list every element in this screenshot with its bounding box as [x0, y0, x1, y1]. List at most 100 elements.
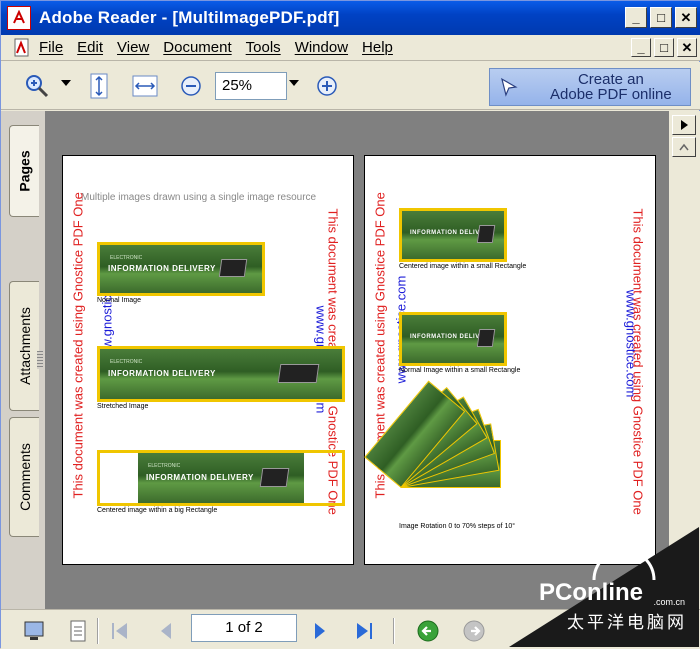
- doc-restore-button[interactable]: □: [654, 38, 674, 57]
- banner-text: INFORMATION DELIVERY: [108, 264, 216, 274]
- menu-view[interactable]: View: [117, 39, 149, 56]
- scroll-right-button[interactable]: [672, 115, 696, 135]
- page-layout-icon: [70, 620, 86, 642]
- menu-window[interactable]: Window: [295, 39, 348, 56]
- maximize-button[interactable]: □: [650, 7, 672, 28]
- banner-subtext: ELECTRONIC: [148, 463, 181, 469]
- doc-close-button[interactable]: ✕: [677, 38, 697, 57]
- pdf-page-1: Multiple images drawn using a single ima…: [62, 155, 354, 565]
- maximize-icon: □: [657, 10, 665, 25]
- document-icon[interactable]: [13, 38, 31, 58]
- tab-comments-label: Comments: [16, 443, 33, 511]
- zoom-tool-dropdown-icon[interactable]: [61, 80, 71, 86]
- zoom-level-dropdown-icon[interactable]: [289, 80, 299, 86]
- actual-size-icon: [90, 73, 108, 99]
- centered-big-rect-frame: ELECTRONIC INFORMATION DELIVERY: [97, 450, 345, 506]
- first-page-button[interactable]: [107, 618, 133, 644]
- centered-small-rect-frame: INFORMATION DELIVERY: [399, 208, 507, 262]
- close-icon: ✕: [681, 39, 693, 55]
- rotated-image-fan: [364, 380, 521, 500]
- close-button[interactable]: ✕: [675, 7, 697, 28]
- menu-file[interactable]: File: [39, 39, 63, 56]
- menu-document[interactable]: Document: [163, 39, 231, 56]
- caption-rotation: Image Rotation 0 to 70% steps of 10°: [399, 523, 516, 530]
- caption-stretched-image: Stretched Image: [97, 403, 149, 410]
- minus-circle-icon: [181, 76, 201, 96]
- create-pdf-line2: Adobe PDF online: [550, 86, 672, 103]
- minimize-icon: _: [632, 10, 640, 25]
- caption-normal-small: Normal Image within a small Rectangle: [399, 367, 521, 374]
- watermark-logo-text: PConline: [538, 579, 643, 606]
- banner-image: ELECTRONIC INFORMATION DELIVERY: [100, 245, 262, 293]
- last-page-button[interactable]: [351, 618, 377, 644]
- menu-bar: File Edit View Document Tools Window Hel…: [1, 35, 700, 61]
- title-bar: Adobe Reader - [MultiImagePDF.pdf] _ □ ✕: [1, 1, 700, 35]
- screen-icon-button[interactable]: [21, 618, 47, 644]
- navigation-tabs-pane: Pages Attachments Comments: [1, 111, 45, 609]
- create-pdf-online-button[interactable]: Create an Adobe PDF online: [489, 68, 691, 106]
- tab-pages-label: Pages: [16, 150, 33, 192]
- laptop-graphic: [476, 225, 496, 244]
- banner-subtext: ELECTRONIC: [110, 254, 143, 261]
- laptop-graphic: [259, 468, 289, 487]
- tab-comments[interactable]: Comments: [9, 417, 39, 537]
- normal-image-frame: ELECTRONIC INFORMATION DELIVERY: [97, 242, 265, 296]
- pane-resize-grip[interactable]: [37, 351, 43, 369]
- pconline-logo-graphic: [592, 539, 656, 581]
- zoom-level-input[interactable]: 25%: [215, 72, 287, 100]
- minimize-icon: _: [637, 40, 645, 55]
- pdf-page-2: This document was created using Gnostice…: [364, 155, 656, 565]
- banner-text: INFORMATION DELIVERY: [146, 473, 254, 482]
- cursor-arrow-icon: [501, 77, 518, 97]
- page2-url-right: www.gnostice.com: [623, 289, 639, 398]
- tab-attachments-label: Attachments: [16, 307, 33, 385]
- pconline-watermark: PConline .com.cn 太平洋电脑网: [509, 527, 699, 647]
- zoom-out-button[interactable]: [177, 72, 205, 100]
- laptop-graphic: [476, 329, 496, 348]
- banner-image: ELECTRONIC INFORMATION DELIVERY: [138, 453, 304, 503]
- minimize-button[interactable]: _: [625, 7, 647, 28]
- toolbar: 25% Create an Adobe PDF online: [1, 62, 700, 110]
- triangle-right-icon: [315, 623, 325, 639]
- triangle-right-icon: [681, 120, 688, 130]
- banner-text: INFORMATION DELIVERY: [108, 369, 216, 378]
- separator: [97, 618, 99, 644]
- chevron-up-icon: [679, 143, 689, 151]
- banner-image: INFORMATION DELIVERY: [402, 211, 504, 259]
- go-forward-button[interactable]: [461, 618, 487, 644]
- restore-icon: □: [660, 40, 668, 55]
- caption-centered-big: Centered image within a big Rectangle: [97, 507, 218, 514]
- banner-image: INFORMATION DELIVERY: [402, 315, 504, 363]
- create-pdf-line1: Create an: [577, 71, 644, 88]
- plus-circle-icon: [317, 76, 337, 96]
- fit-width-button[interactable]: [131, 72, 159, 100]
- menu-edit[interactable]: Edit: [77, 39, 103, 56]
- laptop-graphic: [277, 364, 320, 383]
- tab-attachments[interactable]: Attachments: [9, 281, 39, 411]
- doc-minimize-button[interactable]: _: [631, 38, 651, 57]
- actual-size-button[interactable]: [85, 72, 113, 100]
- forward-arrow-icon: [463, 620, 485, 642]
- go-back-button[interactable]: [415, 618, 441, 644]
- banner-image: ELECTRONIC INFORMATION DELIVERY: [100, 349, 342, 399]
- menu-tools[interactable]: Tools: [246, 39, 281, 56]
- menu-help[interactable]: Help: [362, 39, 393, 56]
- watermark-chinese-text: 太平洋电脑网: [567, 613, 687, 633]
- next-page-button[interactable]: [307, 618, 333, 644]
- close-icon: ✕: [680, 9, 692, 25]
- separator: [393, 618, 395, 644]
- scroll-up-button[interactable]: [672, 137, 696, 157]
- zoom-in-button[interactable]: [313, 72, 341, 100]
- watermark-domain: .com.cn: [653, 597, 685, 607]
- triangle-left-icon: [161, 623, 171, 639]
- caption-normal-image: Normal Image: [97, 297, 141, 304]
- page-number-field[interactable]: 1 of 2: [191, 614, 297, 642]
- adobe-reader-icon: [7, 6, 31, 30]
- monitor-icon: [24, 621, 44, 640]
- tab-pages[interactable]: Pages: [9, 125, 39, 217]
- page-layout-button[interactable]: [65, 618, 91, 644]
- zoom-in-tool-button[interactable]: [23, 72, 51, 100]
- stretched-image-frame: ELECTRONIC INFORMATION DELIVERY: [97, 346, 345, 402]
- back-arrow-icon: [417, 620, 439, 642]
- previous-page-button[interactable]: [153, 618, 179, 644]
